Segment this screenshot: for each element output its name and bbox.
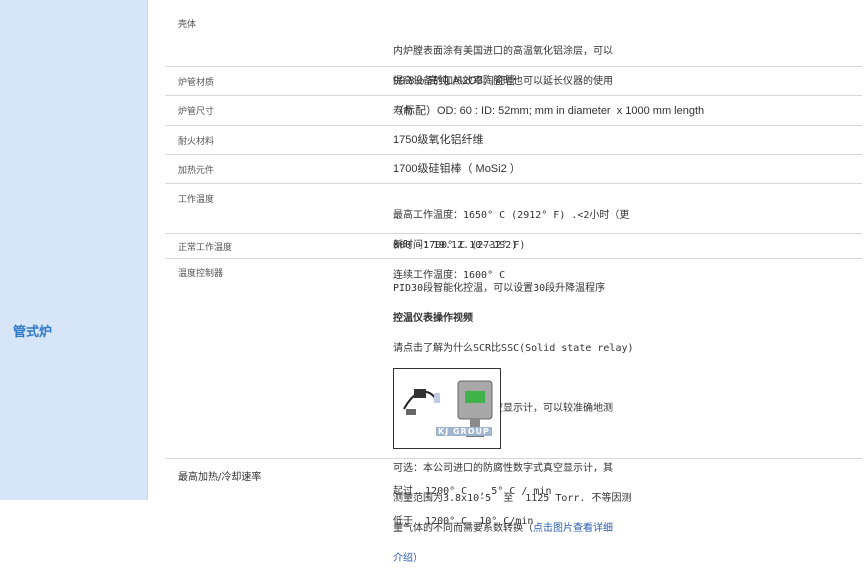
sidebar-title: 管式炉 [13, 325, 53, 340]
spec-row-normal-temp: 正常工作温度 800 -1700° C (2732° F) [165, 233, 862, 259]
vacuum-gauge-illustration [403, 380, 493, 437]
spec-value: 1700级硅钼棒（ MoSi2 ） [393, 163, 521, 175]
spec-row-heating-element: 加热元件 1700级硅钼棒（ MoSi2 ） [165, 154, 862, 184]
spec-value-line: 低于 1200° C, 10° C/min [393, 516, 534, 527]
video-link[interactable]: 控温仪表操作视频 [393, 314, 634, 324]
spec-row-refractory: 耐火材料 1750级氧化铝纤维 [165, 125, 862, 155]
spec-value-line: 内炉膛表面涂有美国进口的高温氧化铝涂层，可以 [393, 46, 613, 57]
spec-value-line: 最高工作温度：1650° C (2912° F) .<2小时（更 [393, 210, 630, 221]
spec-value: 1750级氧化铝纤维 [393, 134, 484, 146]
spec-label: 工作温度 [178, 195, 215, 205]
spec-label: 加热元件 [178, 166, 215, 176]
scr-info-link[interactable]: 请点击了解为什么SCR比SSC(Solid state relay) [393, 344, 634, 354]
spec-label: 正常工作温度 [178, 243, 233, 253]
spec-label: 温度控制器 [178, 269, 224, 279]
spec-label: 最高加热/冷却速率 [178, 472, 262, 483]
detail-link-tail[interactable]: 介绍） [393, 554, 634, 564]
spec-row-tube-size: 炉管尺寸 （标配）OD: 60 : ID: 52mm; mm in diamet… [165, 95, 862, 126]
spec-row-working-temp: 工作温度 最高工作温度：1650° C (2912° F) .<2小时（更 新时… [165, 183, 862, 281]
spec-row-shell: 壳体 内炉膛表面涂有美国进口的高温氧化铝涂层，可以 提高设备的加热效率，同时也可… [165, 0, 862, 117]
spec-label: 耐火材料 [178, 137, 215, 147]
spec-label: 炉管材质 [178, 78, 215, 88]
image-watermark: KJ GROUP [436, 427, 492, 436]
spec-value-line: 起过 1200° C , 5° C / min [393, 486, 552, 497]
sidebar: 管式炉 [0, 0, 148, 500]
spec-value: 800 -1700° C (2732° F) [393, 240, 526, 251]
spec-value: （标配）OD: 60 : ID: 52mm; mm in diameter x … [393, 105, 705, 117]
spec-label: 壳体 [178, 20, 197, 30]
spec-label: 炉管尺寸 [178, 107, 215, 117]
spec-row-temp-controller: 温度控制器 PID30段智能化控温，可以设置30段升降温程序 控温仪表操作视频 … [165, 258, 862, 564]
spec-row-heating-rate: 最高加热/冷却速率 起过 1200° C , 5° C / min 低于 120… [165, 458, 862, 527]
vacuum-gauge-image[interactable]: KJ GROUP [393, 368, 501, 449]
spec-value: 起过 1200° C , 5° C / min 低于 1200° C, 10° … [393, 467, 551, 547]
spec-row-tube-material: 炉管材质 99.8% 高纯 Al2O3陶瓷管 [165, 66, 862, 96]
spec-value-line: PID30段智能化控温，可以设置30段升降温程序 [393, 283, 606, 294]
spec-value: 99.8% 高纯 Al2O3陶瓷管 [393, 75, 516, 87]
